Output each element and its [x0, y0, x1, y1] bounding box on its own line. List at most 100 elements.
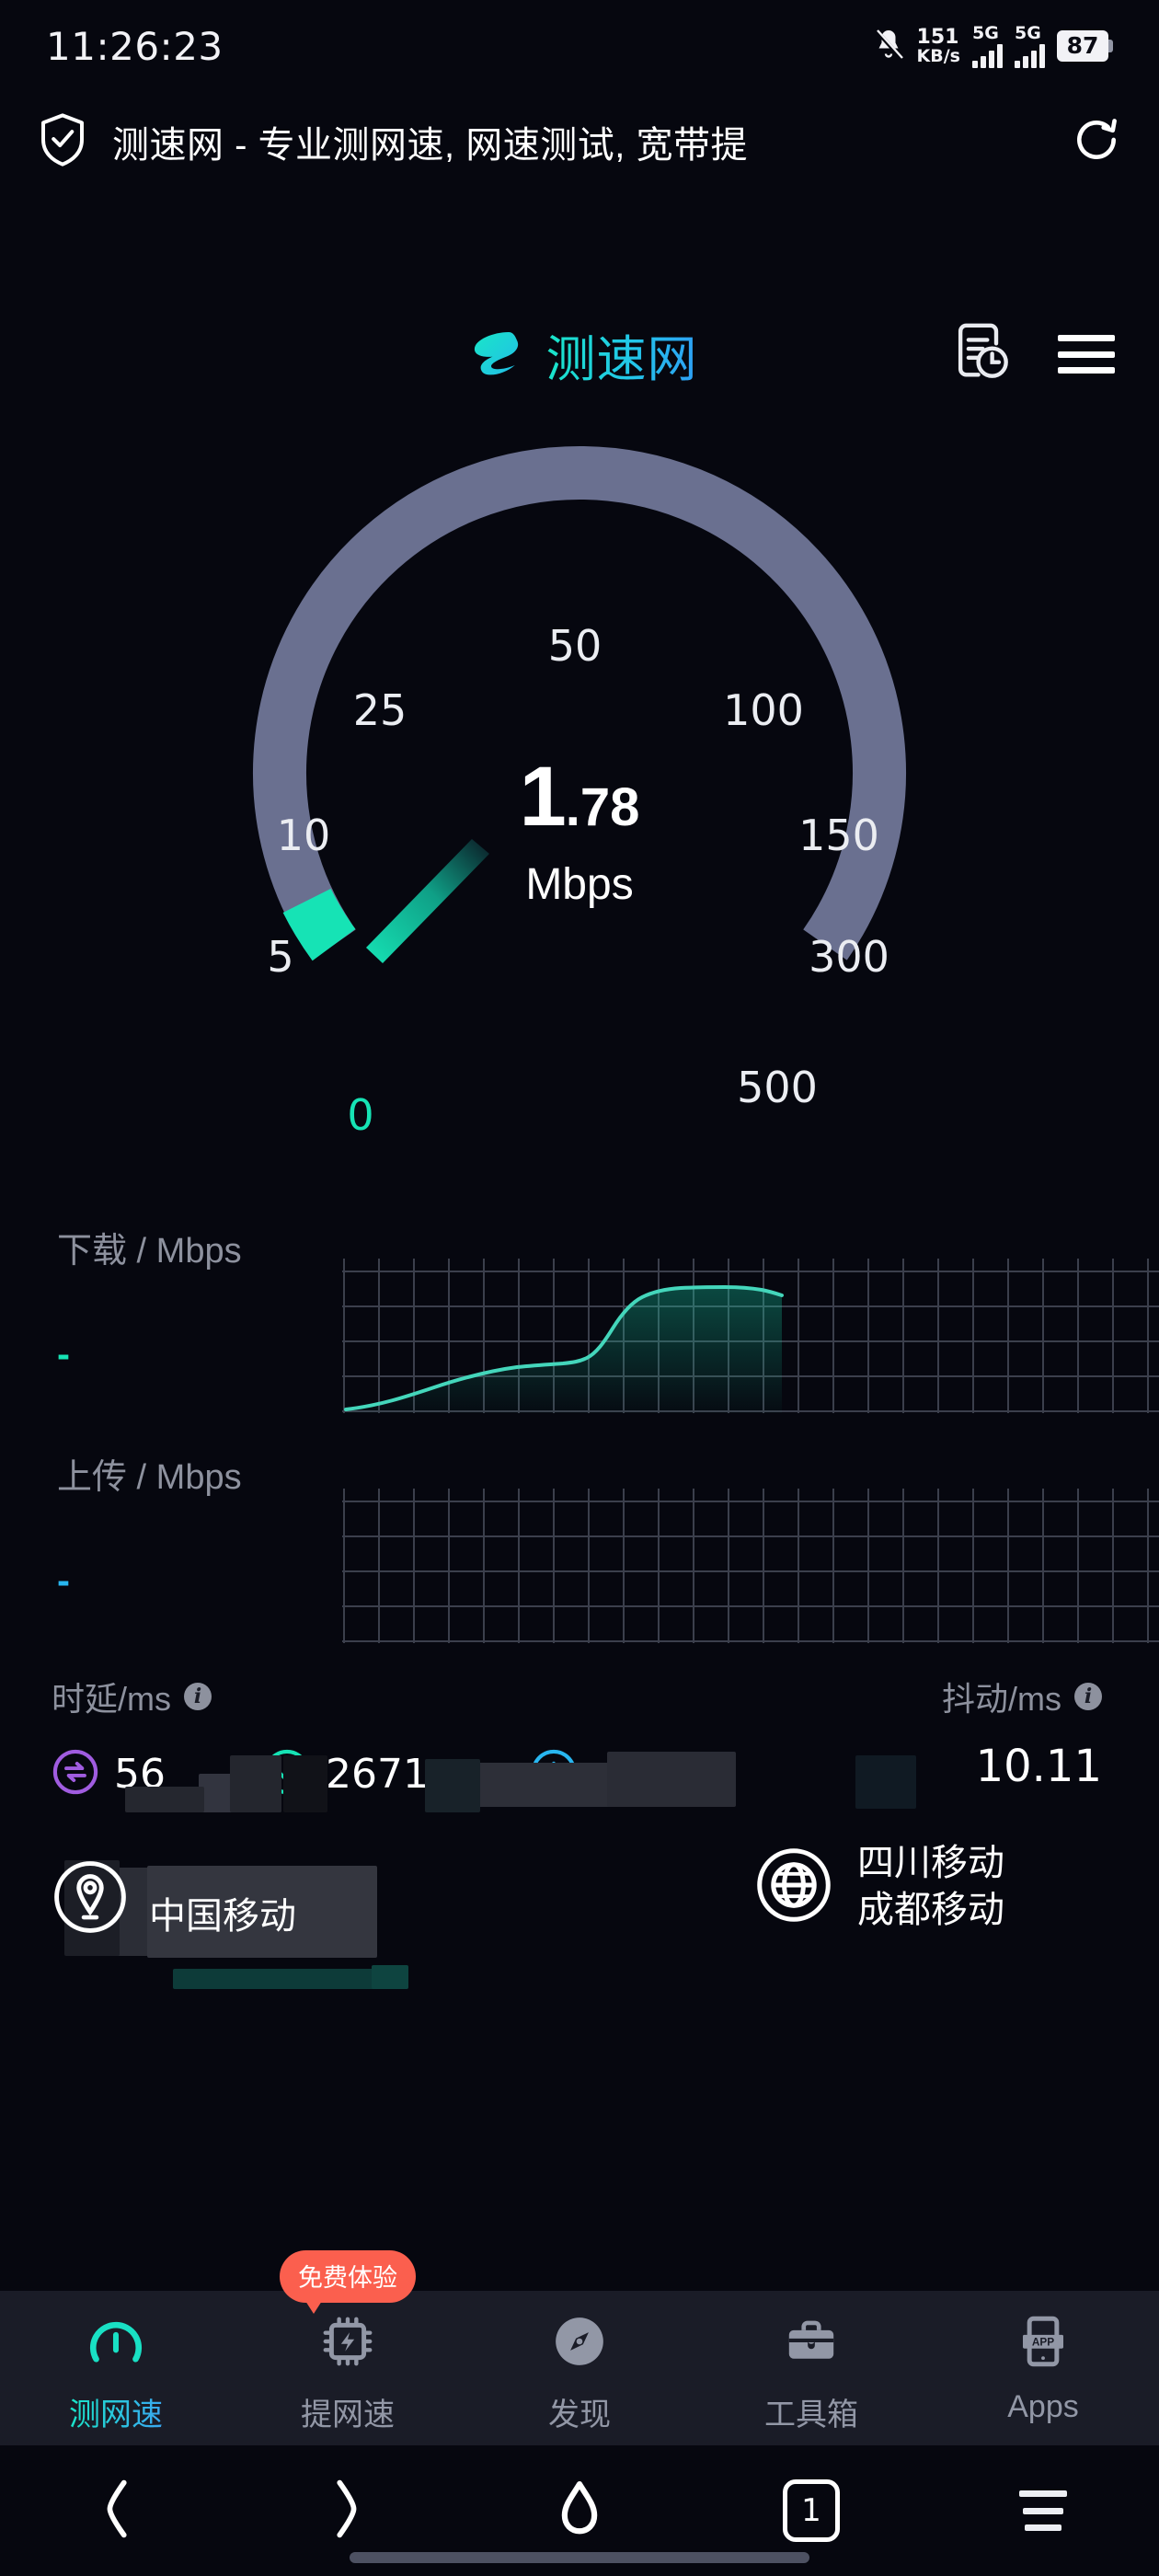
gauge-tick-50: 50 [547, 621, 602, 671]
status-bar: 11:26:23 151 KB/s 5G 5G 87 [0, 0, 1159, 92]
tab-boost-badge[interactable]: 免费体验 [280, 2250, 416, 2314]
jitter-info-icon[interactable]: i [1074, 1683, 1102, 1710]
bottom-tab-bar: 测网速 免费体验 提网速 发现 工具箱 APP Apps [0, 2250, 1159, 2445]
home-icon [547, 2477, 612, 2546]
browser-nav-bar: 1 [0, 2445, 1159, 2576]
download-metric: 下载 / Mbps - [0, 1196, 1159, 1426]
nav-menu-button[interactable] [927, 2490, 1159, 2531]
gauge-tick-5: 5 [267, 932, 294, 982]
history-record-icon[interactable] [951, 321, 1010, 388]
redaction-block [607, 1752, 736, 1807]
speedtest-logo-icon [462, 318, 530, 391]
tab-boost[interactable]: 免费体验 提网速 [232, 2250, 464, 2434]
redaction-block [230, 1755, 281, 1812]
nav-back-button[interactable] [0, 2477, 232, 2546]
bell-muted-icon [872, 26, 905, 67]
gauge-tick-150: 150 [798, 811, 879, 860]
globe-icon [754, 1846, 833, 1929]
status-clock: 11:26:23 [46, 23, 224, 69]
isp-server-info: 四川移动 成都移动 [754, 1840, 1004, 1934]
home-indicator [350, 2552, 809, 2563]
shield-check-icon[interactable] [37, 111, 88, 173]
latency-label: 时延/ms [52, 1680, 171, 1718]
redaction-block [125, 1787, 204, 1812]
network-speed-value: 151 [916, 25, 959, 49]
upload-label: 上传 / Mbps [57, 1458, 242, 1497]
latency-download-value: 2671 [326, 1751, 429, 1798]
phone-screen: 11:26:23 151 KB/s 5G 5G 87 测速网 - 专业测网速, … [0, 0, 1159, 2576]
speed-gauge-icon [86, 2311, 146, 2376]
app-phone-icon: APP [1013, 2311, 1073, 2376]
compass-icon [549, 2311, 610, 2376]
chevron-left-icon [91, 2477, 141, 2546]
download-value: - [57, 1332, 72, 1375]
isp-carrier-info: 中国移动 [52, 1858, 296, 1940]
download-label: 下载 / Mbps [57, 1232, 242, 1271]
tab-discover[interactable]: 发现 [464, 2311, 695, 2434]
tab-apps-label: Apps [1007, 2389, 1079, 2424]
upload-value: - [57, 1558, 72, 1602]
gauge-speed-decimal: .78 [565, 777, 640, 837]
isp-server-line2: 成都移动 [857, 1890, 1004, 1931]
jitter-heading: 抖动/ms i [942, 1673, 1102, 1720]
gauge-tick-300: 300 [809, 932, 889, 982]
app-logo-text: 测速网 [546, 318, 698, 391]
gauge-tick-10: 10 [276, 811, 331, 860]
tab-count-badge: 1 [783, 2479, 840, 2542]
nav-home-button[interactable] [464, 2477, 695, 2546]
header-actions [951, 321, 1115, 388]
tab-speedtest-label: 测网速 [69, 2389, 163, 2434]
sim2-signal: 5G [1015, 22, 1045, 68]
download-chart [342, 1259, 1159, 1413]
svg-text:APP: APP [1032, 2336, 1054, 2349]
isp-server-names: 四川移动 成都移动 [857, 1840, 1004, 1934]
chip-boost-icon [317, 2311, 378, 2376]
location-pin-icon [52, 1858, 129, 1940]
tab-boost-label: 提网速 [301, 2398, 395, 2432]
nav-menu-icon [1019, 2490, 1067, 2531]
sim1-network-type: 5G [972, 22, 999, 43]
chevron-right-icon [323, 2477, 373, 2546]
sim1-signal: 5G [972, 22, 1003, 68]
app-header: 测速网 [0, 304, 1159, 405]
sim2-network-type: 5G [1015, 22, 1041, 43]
gauge-tick-500: 500 [737, 1063, 818, 1112]
latency-info-icon[interactable]: i [184, 1683, 212, 1710]
jitter-value: 10.11 [975, 1741, 1102, 1792]
refresh-icon[interactable] [1071, 114, 1122, 170]
battery-percent: 87 [1057, 30, 1108, 62]
isp-carrier-name: 中国移动 [149, 1895, 296, 1937]
tab-discover-label: 发现 [548, 2398, 611, 2432]
gauge-speed-integer: 1 [519, 750, 567, 844]
gauge-speed-value: 1.78 [368, 754, 791, 839]
hamburger-menu-icon[interactable] [1058, 335, 1115, 374]
speed-gauge: 0 5 10 25 50 100 150 300 500 1.78 Mbps [0, 396, 1159, 1159]
network-speed-indicator: 151 KB/s [916, 25, 960, 65]
gauge-reading: 1.78 Mbps [368, 754, 791, 910]
redaction-block [173, 1969, 375, 1989]
tab-apps[interactable]: APP Apps [927, 2311, 1159, 2425]
tab-toolbox-label: 工具箱 [764, 2398, 858, 2432]
redaction-block [283, 1755, 327, 1812]
browser-title-bar: 测速网 - 专业测网速, 网速测试, 宽带提 [0, 92, 1159, 191]
gauge-tick-25: 25 [352, 685, 407, 735]
gauge-tick-0: 0 [347, 1090, 374, 1140]
exchange-idle-icon [52, 1748, 99, 1800]
nav-forward-button[interactable] [232, 2477, 464, 2546]
redaction-block [372, 1965, 408, 1989]
isp-server-line1: 四川移动 [857, 1843, 1004, 1883]
status-indicators: 151 KB/s 5G 5G 87 [872, 22, 1113, 68]
tab-speedtest[interactable]: 测网速 [0, 2311, 232, 2434]
tab-toolbox[interactable]: 工具箱 [695, 2311, 927, 2434]
nav-tabs-button[interactable]: 1 [695, 2479, 927, 2542]
sim1-signal-bars-icon [972, 43, 1003, 68]
gauge-tick-100: 100 [723, 685, 804, 735]
gauge-speed-unit: Mbps [525, 860, 634, 909]
page-title[interactable]: 测速网 - 专业测网速, 网速测试, 宽带提 [112, 115, 1047, 168]
latency-heading: 时延/ms i [52, 1673, 212, 1720]
toolbox-icon [781, 2311, 842, 2376]
jitter-label: 抖动/ms [942, 1680, 1061, 1718]
upload-metric: 上传 / Mbps - [0, 1422, 1159, 1652]
sim2-signal-bars-icon [1015, 43, 1045, 68]
redaction-block [425, 1759, 480, 1812]
